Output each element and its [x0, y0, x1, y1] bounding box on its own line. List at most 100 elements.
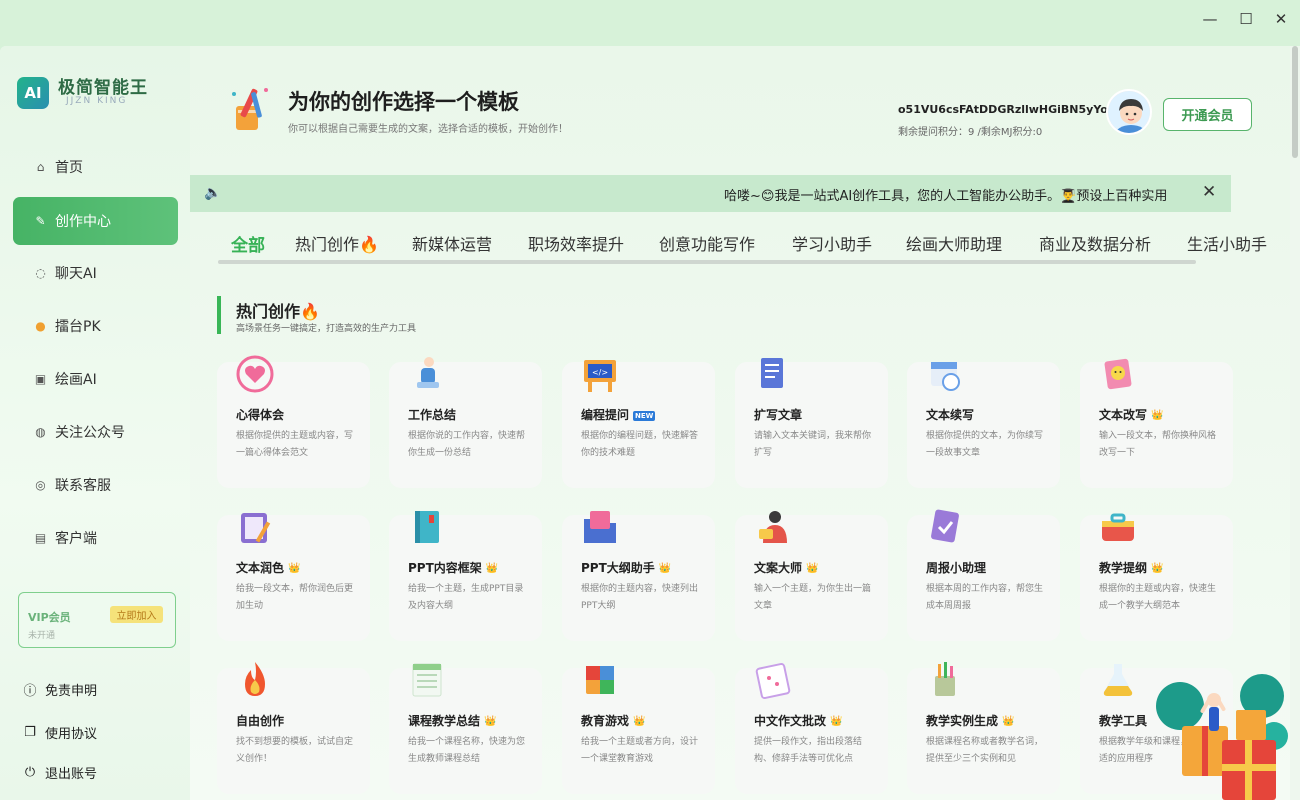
tab-hot[interactable]: 热门创作🔥	[295, 231, 379, 255]
crown-icon: 👑	[1002, 716, 1015, 727]
announcement-text: 哈喽~😊我是一站式AI创作工具，您的人工智能办公助手。👨‍🎓预设上百种实用	[724, 189, 1168, 204]
card-title: 工作总结	[408, 406, 456, 423]
logout-link[interactable]: ⏻ 退出账号	[22, 763, 97, 782]
card-description: 根据你的主题或内容，快速生成一个教学大纲范本	[1099, 584, 1217, 611]
pencil-illustration-icon	[232, 88, 268, 130]
card-description: 根据课程名称或者教学名词，提供至少三个实例和见	[926, 737, 1044, 764]
avatar-image	[1108, 91, 1150, 133]
agreement-icon: ❐	[24, 725, 36, 740]
crown-icon: 👑	[830, 716, 843, 727]
sidebar-item-client[interactable]: ▤ 客户端	[13, 514, 178, 562]
template-card[interactable]: 教学实例生成 👑 根据课程名称或者教学名词，提供至少三个实例和见	[907, 662, 1060, 794]
tab-business[interactable]: 商业及数据分析	[1039, 231, 1151, 255]
home-icon: ⌂	[36, 160, 45, 174]
card-title-text: PPT内容框架	[408, 561, 482, 575]
card-title-text: 周报小助理	[926, 561, 987, 575]
fire-icon	[245, 662, 265, 696]
vip-title: VIP会员	[28, 611, 71, 624]
template-card[interactable]: 自由创作 找不到想要的模板，试试自定义创作！	[217, 662, 370, 794]
new-badge: NEW	[633, 411, 656, 421]
footer-label: 退出账号	[45, 767, 98, 782]
template-card[interactable]: 教育游戏 👑 给我一个主题或者方向，设计一个课堂教育游戏	[562, 666, 715, 794]
sidebar-item-home[interactable]: ⌂ 首页	[13, 143, 178, 191]
card-description: 给我一个主题或者方向，设计一个课堂教育游戏	[581, 737, 699, 764]
worker-icon	[417, 357, 439, 388]
open-membership-button[interactable]: 开通会员	[1163, 98, 1252, 131]
crown-icon: 👑	[633, 716, 646, 727]
power-icon: ⏻	[24, 765, 36, 780]
title-bar: — ☐ ✕	[0, 0, 1300, 38]
minimize-button[interactable]: —	[1193, 6, 1227, 32]
template-card[interactable]: </> 编程提问 NEW 根据你的编程问题，快速解答你的技术难题	[562, 360, 715, 488]
app-window: AI 极简智能王 JJZN KING ⌂ 首页 ✎ 创作中心 ◌ 聊天AI ● …	[0, 46, 1300, 800]
sidebar-item-drawing-ai[interactable]: ▣ 绘画AI	[13, 355, 178, 403]
avatar[interactable]	[1106, 89, 1152, 135]
card-description: 请输入文本关键词，我来帮你扩写	[754, 431, 872, 458]
crown-icon: 👑	[485, 563, 499, 574]
maximize-button[interactable]: ☐	[1229, 6, 1263, 32]
tab-workplace[interactable]: 职场效率提升	[528, 231, 624, 255]
sidebar-item-chat-ai[interactable]: ◌ 聊天AI	[13, 249, 178, 297]
template-card[interactable]: 文案大师 👑 输入一个主题，为你生出一篇文章	[735, 511, 888, 641]
template-card[interactable]: 文本改写 👑 输入一段文本，帮你换种风格改写一下	[1080, 358, 1233, 488]
tab-creative-writing[interactable]: 创意功能写作	[659, 231, 755, 255]
sidebar-item-label: 聊天AI	[55, 266, 97, 282]
card-title-text: 扩写文章	[754, 408, 803, 422]
wechat-icon: ◍	[35, 425, 46, 439]
card-title-text: 文案大师	[754, 561, 803, 575]
disclaimer-link[interactable]: ⓘ 免责申明	[22, 680, 97, 699]
chat-icon: ◌	[35, 266, 46, 280]
user-agreement-link[interactable]: ❐ 使用协议	[22, 723, 97, 742]
tab-scrollbar[interactable]	[218, 260, 1196, 264]
edit-icon: ✎	[35, 214, 46, 228]
template-card[interactable]: PPT内容框架 👑 给我一个主题，生成PPT目录及内容大纲	[389, 511, 542, 641]
tab-drawing[interactable]: 绘画大师助理	[906, 231, 1002, 255]
template-card[interactable]: 工作总结 根据你说的工作内容，快速帮你生成一份总结	[389, 357, 542, 488]
template-card[interactable]: 心得体会 根据你提供的主题或内容，写一篇心得体会范文	[217, 355, 370, 488]
sidebar-item-contact-support[interactable]: ◎ 联系客服	[13, 461, 178, 509]
code-icon: </>	[584, 360, 616, 392]
info-icon: ⓘ	[23, 684, 37, 699]
template-card[interactable]: 文本润色 👑 给我一段文本，帮你润色后更加生动	[217, 513, 370, 641]
close-announcement-button[interactable]: ✕	[1202, 182, 1216, 202]
sidebar-item-follow-account[interactable]: ◍ 关注公众号	[13, 408, 178, 456]
card-description: 输入一个主题，为你生出一篇文章	[754, 584, 872, 611]
template-card[interactable]: 周报小助理 根据本周的工作内容，帮您生成本周周报	[907, 509, 1060, 641]
card-title-text: 文本续写	[926, 408, 975, 422]
template-card[interactable]: PPT大纲助手 👑 根据你的主题内容，快速列出PPT大纲	[562, 511, 715, 641]
card-title: 心得体会	[236, 406, 284, 423]
sidebar-item-pk[interactable]: ● 擂台PK	[13, 302, 178, 350]
pencil-cup-icon	[935, 662, 955, 696]
card-title: 教育游戏 👑	[581, 712, 645, 729]
vip-card: VIP会员 立即加入 未开通	[18, 592, 176, 648]
sidebar-item-label: 客户端	[55, 531, 97, 547]
tab-life-helper[interactable]: 生活小助手	[1187, 231, 1267, 255]
essay-icon	[755, 662, 791, 700]
template-card[interactable]: 扩写文章请输入文本关键词，我来帮你扩写	[735, 358, 888, 488]
page-subtitle: 你可以根据自己需要生成的文案，选择合适的模板，开始创作！	[288, 124, 568, 135]
card-title: 文本续写	[926, 406, 974, 423]
template-card[interactable]: 中文作文批改 👑 提供一段作文，指出段落结构、修辞手法等可优化点	[735, 662, 888, 794]
footer-label: 免责申明	[45, 684, 98, 699]
close-window-button[interactable]: ✕	[1264, 6, 1298, 32]
check-doc-icon	[931, 509, 959, 543]
page-scrollbar-thumb[interactable]	[1292, 46, 1298, 158]
card-title: PPT大纲助手 👑	[581, 559, 671, 576]
crown-icon: 👑	[658, 563, 672, 574]
template-card[interactable]: 课程教学总结 👑 给我一个课程名称，快速为您生成教师课程总结	[389, 663, 542, 794]
card-title-text: 心得体会	[236, 408, 285, 422]
note-icon	[1104, 358, 1132, 390]
tab-study-helper[interactable]: 学习小助手	[792, 231, 872, 255]
card-description: 根据你的编程问题，快速解答你的技术难题	[581, 431, 699, 458]
tab-new-media[interactable]: 新媒体运营	[412, 231, 492, 255]
page-scrollbar[interactable]	[1290, 46, 1300, 800]
tab-all[interactable]: 全部	[231, 231, 265, 256]
card-title-text: 教育游戏	[581, 714, 630, 728]
template-card[interactable]: 教学提纲 👑 根据你的主题或内容，快速生成一个教学大纲范本	[1080, 513, 1233, 641]
vip-join-button[interactable]: 立即加入	[110, 606, 163, 623]
sidebar-item-creation-center[interactable]: ✎ 创作中心	[13, 197, 178, 245]
card-title-text: 文本改写	[1099, 408, 1148, 422]
card-description: 给我一个主题，生成PPT目录及内容大纲	[408, 584, 524, 611]
template-card[interactable]: 文本续写 根据你提供的文本，为你续写一段故事文章	[907, 362, 1060, 488]
sidebar-item-label: 擂台PK	[55, 319, 101, 335]
